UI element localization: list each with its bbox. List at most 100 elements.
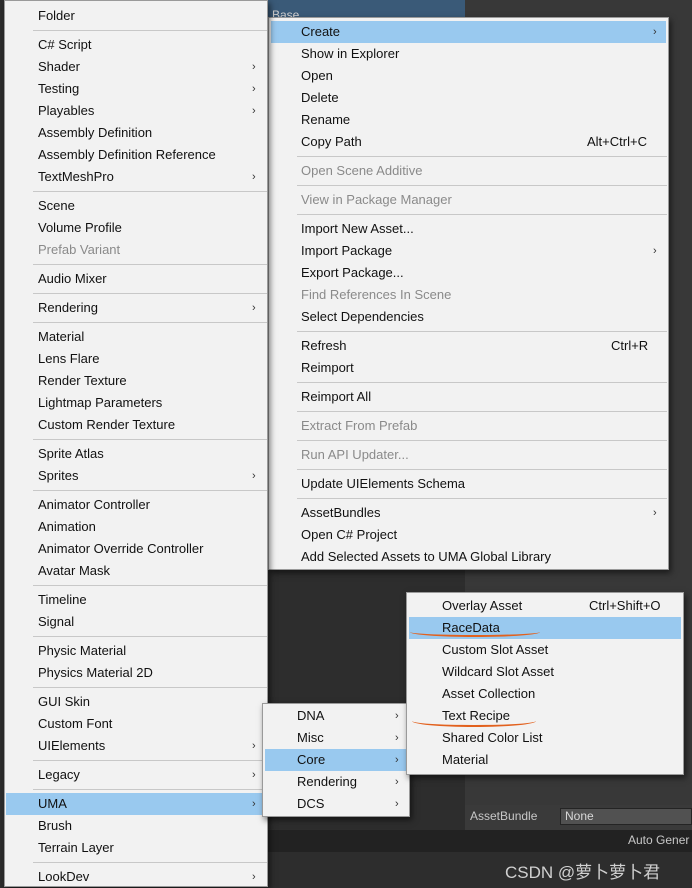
menu-item-add-selected-assets-to-uma-global-library[interactable]: Add Selected Assets to UMA Global Librar… (271, 546, 666, 568)
separator (33, 30, 267, 31)
menu-item-view-in-package-manager: View in Package Manager (301, 192, 452, 207)
separator (297, 185, 667, 186)
create-item-lens-flare[interactable]: Lens Flare (6, 348, 266, 370)
separator (33, 293, 267, 294)
separator (297, 469, 667, 470)
create-item-playables[interactable]: Playables › (6, 100, 266, 122)
menu-item-export-package[interactable]: Export Package... (271, 262, 666, 284)
separator (297, 498, 667, 499)
menu-item-open-csharp-project[interactable]: Open C# Project (271, 524, 666, 546)
separator (297, 331, 667, 332)
separator (33, 789, 267, 790)
create-item-animation[interactable]: Animation (6, 516, 266, 538)
create-item-scene[interactable]: Scene (6, 195, 266, 217)
watermark: CSDN @萝卜萝卜君 (505, 863, 661, 882)
asset-bundle-value: None (565, 809, 594, 823)
create-item-lookdev[interactable]: LookDev › (6, 866, 266, 888)
menu-item-find-references-in-scene: Find References In Scene (301, 287, 452, 302)
create-submenu: Folder C# Script Shader › Testing › Playab… (4, 0, 268, 887)
uma-item-dcs[interactable]: DCS › (265, 793, 407, 815)
create-item-timeline[interactable]: Timeline (6, 589, 266, 611)
create-item-material[interactable]: Material (6, 326, 266, 348)
create-item-physics-material-2d[interactable]: Physics Material 2D (6, 662, 266, 684)
menu-item-import-package[interactable]: Import Package › (271, 240, 666, 262)
create-item-gui-skin[interactable]: GUI Skin (6, 691, 266, 713)
annotation-underline-racedata (410, 627, 540, 637)
uma-submenu: DNA › Misc › Core › Rendering › DCS › (262, 703, 410, 817)
create-item-terrain-layer[interactable]: Terrain Layer (6, 837, 266, 859)
menu-item-extract-from-prefab: Extract From Prefab (301, 418, 418, 433)
menu-item-open[interactable]: Open (271, 65, 666, 87)
auto-generate-label: Auto Gener (628, 833, 690, 847)
menu-item-select-dependencies[interactable]: Select Dependencies (271, 306, 666, 328)
core-item-shared-color-list[interactable]: Shared Color List (409, 727, 681, 749)
separator (297, 382, 667, 383)
menu-item-reimport[interactable]: Reimport (271, 357, 666, 379)
uma-item-misc[interactable]: Misc › (265, 727, 407, 749)
create-item-sprite-atlas[interactable]: Sprite Atlas (6, 443, 266, 465)
core-item-material[interactable]: Material (409, 749, 681, 771)
context-menu: Create › Show in Explorer Open Delete Ren… (268, 17, 669, 570)
create-item-lightmap-parameters[interactable]: Lightmap Parameters (6, 392, 266, 414)
create-item-uma[interactable]: UMA › (6, 793, 266, 815)
create-item-assembly-definition-reference[interactable]: Assembly Definition Reference (6, 144, 266, 166)
create-item-rendering[interactable]: Rendering › (6, 297, 266, 319)
create-item-avatar-mask[interactable]: Avatar Mask (6, 560, 266, 582)
separator (297, 411, 667, 412)
menu-item-show-in-explorer[interactable]: Show in Explorer (271, 43, 666, 65)
core-item-wildcard-slot-asset[interactable]: Wildcard Slot Asset (409, 661, 681, 683)
menu-item-update-uielements-schema[interactable]: Update UIElements Schema (271, 473, 666, 495)
create-item-signal[interactable]: Signal (6, 611, 266, 633)
separator (33, 264, 267, 265)
create-item-shader[interactable]: Shader › (6, 56, 266, 78)
create-item-csharp-script[interactable]: C# Script (6, 34, 266, 56)
core-submenu: Overlay Asset Ctrl+Shift+O RaceData Custo… (406, 592, 684, 775)
create-item-render-texture[interactable]: Render Texture (6, 370, 266, 392)
create-item-volume-profile[interactable]: Volume Profile (6, 217, 266, 239)
uma-item-dna[interactable]: DNA › (265, 705, 407, 727)
create-item-textmeshpro[interactable]: TextMeshPro › (6, 166, 266, 188)
uma-item-core[interactable]: Core › (265, 749, 407, 771)
separator (33, 191, 267, 192)
separator (33, 636, 267, 637)
menu-item-reimport-all[interactable]: Reimport All (271, 386, 666, 408)
menu-item-copy-path[interactable]: Copy Path Alt+Ctrl+C (271, 131, 666, 153)
separator (297, 214, 667, 215)
create-item-folder[interactable]: Folder (6, 5, 266, 27)
annotation-underline-text-recipe (412, 715, 536, 727)
create-item-sprites[interactable]: Sprites › (6, 465, 266, 487)
create-item-brush[interactable]: Brush (6, 815, 266, 837)
menu-item-create[interactable]: Create › (271, 21, 666, 43)
create-item-custom-render-texture[interactable]: Custom Render Texture (6, 414, 266, 436)
separator (33, 322, 267, 323)
separator (33, 585, 267, 586)
menu-item-assetbundles[interactable]: AssetBundles › (271, 502, 666, 524)
menu-item-run-api-updater: Run API Updater... (301, 447, 409, 462)
create-item-animator-override-controller[interactable]: Animator Override Controller (6, 538, 266, 560)
separator (33, 760, 267, 761)
create-item-uielements[interactable]: UIElements › (6, 735, 266, 757)
separator (33, 862, 267, 863)
create-item-physic-material[interactable]: Physic Material (6, 640, 266, 662)
menu-item-import-new-asset[interactable]: Import New Asset... (271, 218, 666, 240)
create-item-animator-controller[interactable]: Animator Controller (6, 494, 266, 516)
menu-item-refresh[interactable]: Refresh Ctrl+R (271, 335, 666, 357)
create-item-prefab-variant: Prefab Variant (38, 242, 121, 257)
create-item-testing[interactable]: Testing › (6, 78, 266, 100)
core-item-asset-collection[interactable]: Asset Collection (409, 683, 681, 705)
menu-item-delete[interactable]: Delete (271, 87, 666, 109)
separator (33, 687, 267, 688)
create-item-legacy[interactable]: Legacy › (6, 764, 266, 786)
create-item-custom-font[interactable]: Custom Font (6, 713, 266, 735)
core-item-overlay-asset[interactable]: Overlay Asset Ctrl+Shift+O (409, 595, 681, 617)
create-item-audio-mixer[interactable]: Audio Mixer (6, 268, 266, 290)
core-item-custom-slot-asset[interactable]: Custom Slot Asset (409, 639, 681, 661)
separator (33, 490, 267, 491)
menu-item-rename[interactable]: Rename (271, 109, 666, 131)
separator (297, 440, 667, 441)
separator (33, 439, 267, 440)
create-item-assembly-definition[interactable]: Assembly Definition (6, 122, 266, 144)
asset-bundle-label: AssetBundle (470, 809, 538, 823)
separator (297, 156, 667, 157)
uma-item-rendering[interactable]: Rendering › (265, 771, 407, 793)
